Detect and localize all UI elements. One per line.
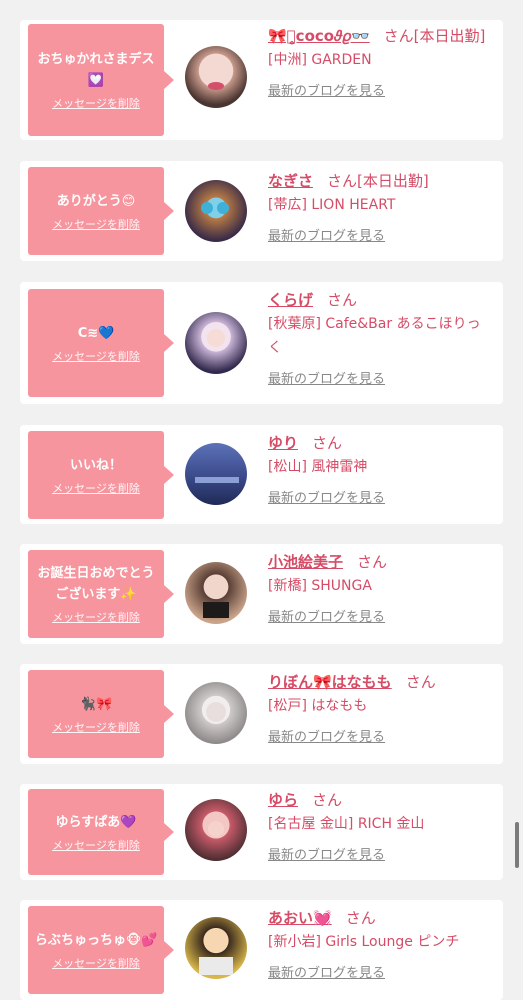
profile-info: りぼん🎀はなもも さん [松戸] はなもも 最新のブログを見る <box>268 670 493 745</box>
shop-name: [松戸] はなもも <box>268 698 368 714</box>
cast-name-link[interactable]: くらげ <box>268 291 313 309</box>
message-bubble: ゆらすぱあ💜 メッセージを削除 <box>28 789 174 875</box>
avatar-image <box>208 82 224 90</box>
delete-message-link[interactable]: メッセージを削除 <box>52 719 140 735</box>
honorific: さん <box>383 27 414 45</box>
profile-info: 小池絵美子 さん [新橋] SHUNGA 最新のブログを見る <box>268 550 493 625</box>
message-bubble: おちゅかれさまデス💟 メッセージを削除 <box>28 24 174 136</box>
message-card: お誕生日おめでとうございます✨ メッセージを削除 小池絵美子 さん [新橋] SH… <box>20 544 503 644</box>
cast-name-link[interactable]: りぼん🎀はなもも <box>268 673 392 691</box>
avatar-image <box>203 602 229 618</box>
honorific: さん <box>405 673 436 691</box>
message-bubble: C≋💙 メッセージを削除 <box>28 289 174 397</box>
message-card: らぶちゅっちゅ🐵💕 メッセージを削除 あおい💓 さん [新小岩] Girls Lo… <box>20 900 503 1000</box>
avatar[interactable] <box>185 443 247 505</box>
message-bubble: いいね！ メッセージを削除 <box>28 431 174 519</box>
avatar-image <box>199 957 233 975</box>
message-text: いいね！ <box>69 457 122 473</box>
message-card: いいね！ メッセージを削除 ゆり さん [松山] 風神雷神 最新のブログを見る <box>20 425 503 524</box>
message-card: おちゅかれさまデス💟 メッセージを削除 🎀ꪔ̤̥coco𝜗𝜚👓 さん[本日出勤] … <box>20 20 503 140</box>
cast-name-link[interactable]: なぎさ <box>268 172 313 190</box>
profile-info: 🎀ꪔ̤̥coco𝜗𝜚👓 さん[本日出勤] [中洲] GARDEN 最新のブログを見… <box>268 24 493 99</box>
delete-message-link[interactable]: メッセージを削除 <box>52 216 140 232</box>
message-text: 🐈‍⬛🎀 <box>79 696 113 712</box>
latest-blog-link[interactable]: 最新のブログを見る <box>268 962 385 981</box>
message-bubble: お誕生日おめでとうございます✨ メッセージを削除 <box>28 550 174 638</box>
honorific: さん <box>327 291 358 309</box>
message-card: ありがとう😊 メッセージを削除 なぎさ さん[本日出勤] [帯広] LION HE… <box>20 161 503 261</box>
profile-info: なぎさ さん[本日出勤] [帯広] LION HEART 最新のブログを見る <box>268 169 493 244</box>
profile-info: ゆり さん [松山] 風神雷神 最新のブログを見る <box>268 431 493 506</box>
honorific: さん <box>327 172 358 190</box>
shop-name: [新小岩] Girls Lounge ピンチ <box>268 934 460 950</box>
profile-info: くらげ さん [秋葉原] Cafe&Bar あるこほりっく 最新のブログを見る <box>268 288 493 387</box>
avatar[interactable] <box>185 180 247 242</box>
message-card: 🐈‍⬛🎀 メッセージを削除 りぼん🎀はなもも さん [松戸] はなもも 最新のブロ… <box>20 664 503 764</box>
latest-blog-link[interactable]: 最新のブログを見る <box>268 844 385 863</box>
today-badge: [本日出勤] <box>413 27 486 45</box>
cast-name-link[interactable]: 🎀ꪔ̤̥coco𝜗𝜚👓 <box>268 27 370 45</box>
latest-blog-link[interactable]: 最新のブログを見る <box>268 225 385 244</box>
latest-blog-link[interactable]: 最新のブログを見る <box>268 606 385 625</box>
avatar[interactable] <box>185 917 247 979</box>
profile-info: あおい💓 さん [新小岩] Girls Lounge ピンチ 最新のブログを見る <box>268 906 493 981</box>
shop-name: [秋葉原] Cafe&Bar あるこほりっく <box>268 316 481 356</box>
honorific: さん <box>312 791 343 809</box>
avatar-image <box>206 702 226 722</box>
shop-name: [中洲] GARDEN <box>268 52 372 68</box>
message-card: C≋💙 メッセージを削除 くらげ さん [秋葉原] Cafe&Bar あるこほりっ… <box>20 282 503 404</box>
avatar[interactable] <box>185 682 247 744</box>
avatar-image <box>208 821 224 837</box>
message-card: ゆらすぱあ💜 メッセージを削除 ゆら さん [名古屋 金山] RICH 金山 最新… <box>20 784 503 880</box>
delete-message-link[interactable]: メッセージを削除 <box>52 480 140 496</box>
message-text: お誕生日おめでとうございます✨ <box>37 566 155 602</box>
cast-name-link[interactable]: ゆら <box>268 791 298 809</box>
message-text: ゆらすぱあ💜 <box>55 814 137 830</box>
avatar[interactable] <box>185 562 247 624</box>
cast-name-link[interactable]: あおい💓 <box>268 909 332 927</box>
cast-name-link[interactable]: ゆり <box>268 434 298 452</box>
scrollbar[interactable] <box>515 822 519 868</box>
latest-blog-link[interactable]: 最新のブログを見る <box>268 726 385 745</box>
message-text: ありがとう😊 <box>56 193 136 209</box>
message-text: おちゅかれさまデス💟 <box>37 52 155 88</box>
message-bubble: らぶちゅっちゅ🐵💕 メッセージを削除 <box>28 906 174 994</box>
today-badge: [本日出勤] <box>357 172 429 190</box>
avatar-image <box>201 202 229 214</box>
shop-name: [名古屋 金山] RICH 金山 <box>268 816 425 832</box>
honorific: さん <box>345 909 376 927</box>
delete-message-link[interactable]: メッセージを削除 <box>52 837 140 853</box>
latest-blog-link[interactable]: 最新のブログを見る <box>268 368 385 387</box>
avatar-image <box>207 329 225 347</box>
message-bubble: 🐈‍⬛🎀 メッセージを削除 <box>28 670 174 758</box>
message-text: C≋💙 <box>77 325 115 341</box>
delete-message-link[interactable]: メッセージを削除 <box>52 95 140 111</box>
honorific: さん <box>312 434 343 452</box>
latest-blog-link[interactable]: 最新のブログを見る <box>268 80 385 99</box>
shop-name: [帯広] LION HEART <box>268 197 396 213</box>
message-text: らぶちゅっちゅ🐵💕 <box>34 932 158 948</box>
shop-name: [新橋] SHUNGA <box>268 578 372 594</box>
profile-info: ゆら さん [名古屋 金山] RICH 金山 最新のブログを見る <box>268 788 493 863</box>
avatar[interactable] <box>185 46 247 108</box>
message-bubble: ありがとう😊 メッセージを削除 <box>28 167 174 255</box>
delete-message-link[interactable]: メッセージを削除 <box>52 609 140 625</box>
avatar[interactable] <box>185 312 247 374</box>
shop-name: [松山] 風神雷神 <box>268 459 368 475</box>
cast-name-link[interactable]: 小池絵美子 <box>268 553 343 571</box>
latest-blog-link[interactable]: 最新のブログを見る <box>268 487 385 506</box>
delete-message-link[interactable]: メッセージを削除 <box>52 348 140 364</box>
delete-message-link[interactable]: メッセージを削除 <box>52 955 140 971</box>
honorific: さん <box>357 553 388 571</box>
avatar[interactable] <box>185 799 247 861</box>
avatar-image <box>195 477 239 483</box>
